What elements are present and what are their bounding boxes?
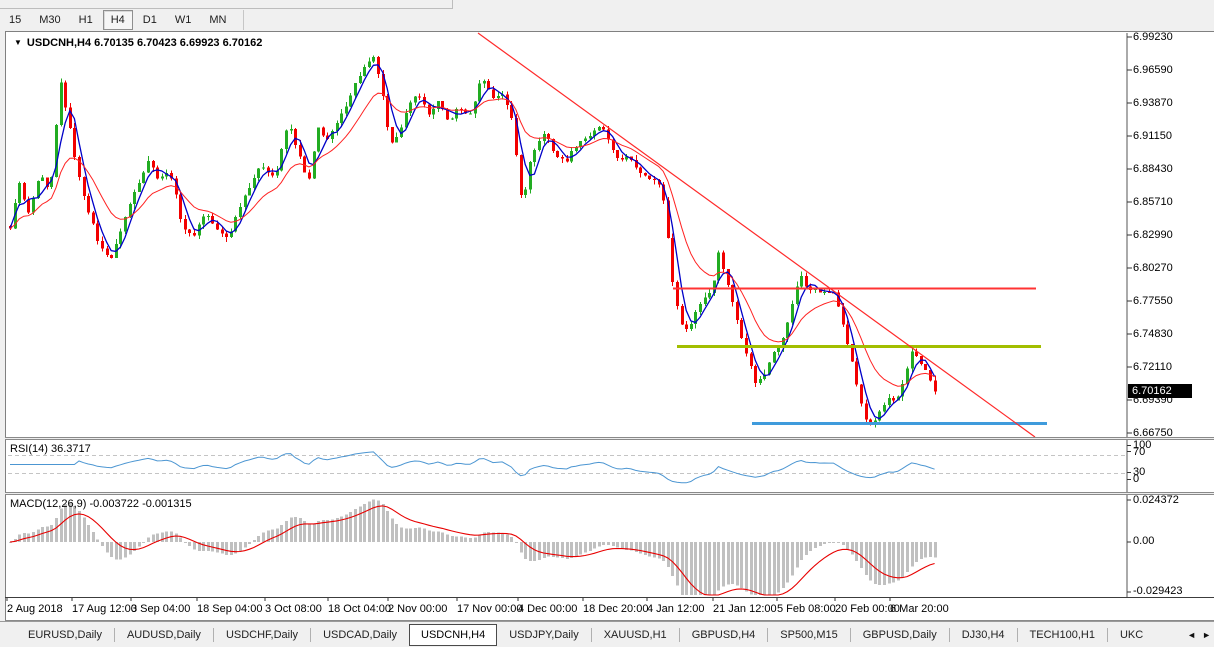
pane-separator[interactable] xyxy=(5,492,1214,495)
tab-scroll-left-icon[interactable]: ◄ xyxy=(1187,630,1196,640)
chart-tab-usdjpy-daily[interactable]: USDJPY,Daily xyxy=(497,625,591,645)
rsi-axis-label: 0 xyxy=(1133,473,1140,485)
chart-title-text: USDCNH,H4 6.70135 6.70423 6.69923 6.7016… xyxy=(26,37,263,49)
price-axis-label: 6.72110 xyxy=(1133,361,1172,373)
timeframe-button-w1[interactable]: W1 xyxy=(167,10,200,30)
macd-axis-label: 0.00 xyxy=(1133,535,1155,547)
chart-tab-eurusd-daily[interactable]: EURUSD,Daily xyxy=(16,625,114,645)
timeframe-button-h4[interactable]: H4 xyxy=(102,10,133,30)
tabbar-items: EURUSD,Daily AUDUSD,Daily USDCHF,Daily USDC… xyxy=(0,622,1186,647)
price-axis-label: 6.85710 xyxy=(1133,196,1173,208)
time-axis-label: 21 Jan 12:00 xyxy=(713,603,777,615)
chart-tab-dj30-h4[interactable]: DJ30,H4 xyxy=(950,625,1017,645)
price-axis-label: 6.82990 xyxy=(1133,229,1173,241)
time-axis-label: 18 Sep 04:00 xyxy=(197,603,263,615)
time-axis-label: 3 Sep 04:00 xyxy=(131,603,191,615)
time-axis-label: 3 Oct 08:00 xyxy=(265,603,322,615)
time-axis-label: 17 Nov 00:00 xyxy=(457,603,523,615)
price-axis-label: 6.96590 xyxy=(1133,64,1173,76)
price-axis-label: 6.77550 xyxy=(1133,295,1173,307)
tab-scroll-right-icon[interactable]: ► xyxy=(1202,630,1211,640)
price-axis-label: 6.93870 xyxy=(1133,97,1173,109)
price-axis-label: 6.88430 xyxy=(1133,163,1173,175)
price-axis-label: 6.74830 xyxy=(1133,328,1173,340)
chart-tab-usdcnh-h4[interactable]: USDCNH,H4 xyxy=(409,624,498,646)
timeframe-button-mn[interactable]: MN xyxy=(201,10,234,30)
timeframe-toolbar: 15 M30 H1 H4 D1 W1 MN xyxy=(0,9,1214,31)
time-axis-label: 2 Nov 00:00 xyxy=(388,603,448,615)
timeframe-button-d1[interactable]: D1 xyxy=(135,10,165,30)
price-axis-label: 6.80270 xyxy=(1133,262,1173,274)
price-axis-label: 6.99230 xyxy=(1133,31,1173,43)
time-axis-label: 17 Aug 12:00 xyxy=(72,603,137,615)
chart-tab-sp500-m15[interactable]: SP500,M15 xyxy=(768,625,849,645)
chart-tab-xauusd-h1[interactable]: XAUUSD,H1 xyxy=(592,625,679,645)
chart-title: ▼ USDCNH,H4 6.70135 6.70423 6.69923 6.701… xyxy=(14,37,262,49)
timeframe-button-m30[interactable]: M30 xyxy=(31,10,68,30)
current-price-tag: 6.70162 xyxy=(1128,384,1192,398)
time-axis-label: 2 Aug 2018 xyxy=(7,603,63,615)
tab-scroll-arrows: ◄ ► xyxy=(1183,622,1211,647)
time-axis-label: 4 Jan 12:00 xyxy=(647,603,705,615)
chart-tab-usdchf-daily[interactable]: USDCHF,Daily xyxy=(214,625,310,645)
macd-axis-label: 0.024372 xyxy=(1133,494,1179,506)
rsi-label: RSI(14) 36.3717 xyxy=(10,443,91,455)
chart-tab-gbpusd-h4[interactable]: GBPUSD,H4 xyxy=(680,625,768,645)
time-axis-label: 5 Feb 08:00 xyxy=(777,603,836,615)
chart-tabbar: EURUSD,Daily AUDUSD,Daily USDCHF,Daily USDC… xyxy=(0,621,1214,647)
toolbar-divider xyxy=(243,10,245,30)
symbol-dropdown-icon: ▼ xyxy=(14,38,22,47)
chart-tab-audusd-daily[interactable]: AUDUSD,Daily xyxy=(115,625,213,645)
chart-window[interactable] xyxy=(5,31,1214,622)
time-axis-label: 18 Dec 20:00 xyxy=(583,603,649,615)
metatrader-window: 15 M30 H1 H4 D1 W1 MN ▼ USDCNH,H4 6.70135 6.704… xyxy=(0,0,1214,647)
time-scale-line xyxy=(5,597,1214,598)
chart-tab-tech100-h1[interactable]: TECH100,H1 xyxy=(1018,625,1107,645)
chart-tab-ukc[interactable]: UKC xyxy=(1108,625,1155,645)
toolbar-remnant xyxy=(0,0,453,9)
chart-tab-gbpusd-daily[interactable]: GBPUSD,Daily xyxy=(851,625,949,645)
time-axis-label: 6 Mar 20:00 xyxy=(890,603,949,615)
price-axis-label: 6.91150 xyxy=(1133,130,1172,142)
timeframe-button-h1[interactable]: H1 xyxy=(71,10,101,30)
pane-separator[interactable] xyxy=(5,437,1214,440)
chart-tab-usdcad-daily[interactable]: USDCAD,Daily xyxy=(311,625,409,645)
macd-axis-label: -0.029423 xyxy=(1133,585,1183,597)
time-axis-label: 18 Oct 04:00 xyxy=(328,603,391,615)
rsi-axis-label: 70 xyxy=(1133,446,1146,458)
macd-label: MACD(12,26,9) -0.003722 -0.001315 xyxy=(10,498,192,510)
timeframe-button-15[interactable]: 15 xyxy=(1,10,29,30)
time-axis-label: 4 Dec 00:00 xyxy=(518,603,578,615)
